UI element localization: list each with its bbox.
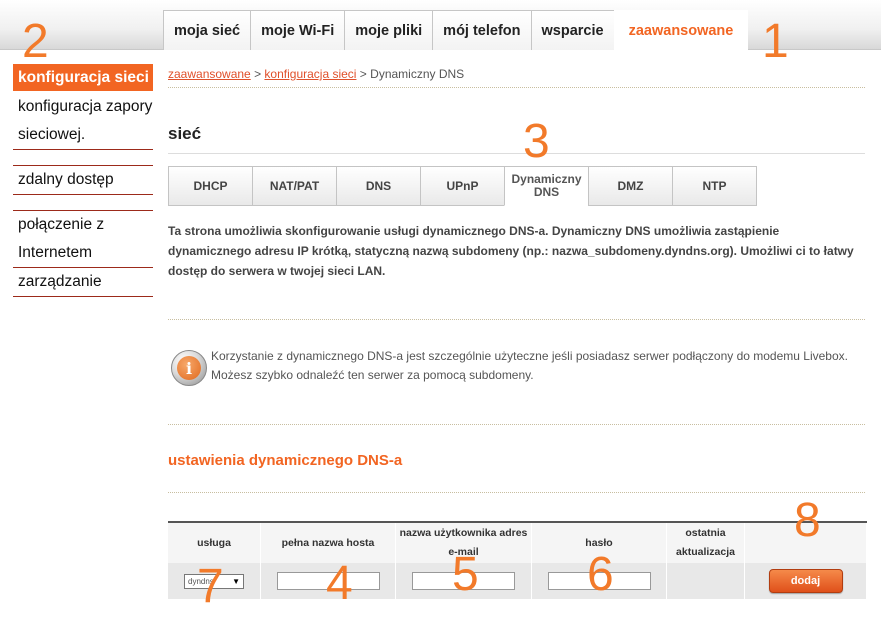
- add-button[interactable]: dodaj: [768, 569, 843, 593]
- tab-moje-pliki[interactable]: moje pliki: [344, 10, 434, 50]
- table-row: dyndns ▼ dodaj: [168, 563, 867, 599]
- dotted-divider: [168, 492, 865, 493]
- tab-moja-siec[interactable]: moja sieć: [163, 10, 252, 50]
- section-title: ustawienia dynamicznego DNS-a: [168, 452, 403, 469]
- annotation-number: 6: [587, 548, 614, 601]
- annotation-number: 8: [794, 494, 821, 547]
- subtab-dynamiczny-dns[interactable]: Dynamiczny DNS: [504, 166, 589, 206]
- breadcrumb-separator: >: [250, 67, 265, 81]
- breadcrumb-current: Dynamiczny DNS: [370, 67, 465, 81]
- tab-moj-telefon[interactable]: mój telefon: [432, 10, 532, 50]
- tab-wsparcie[interactable]: wsparcie: [530, 10, 615, 50]
- sub-tabs: DHCP NAT/PAT DNS UPnP Dynamiczny DNS DMZ…: [168, 166, 757, 206]
- sidebar-item-zdalny-dostep[interactable]: zdalny dostęp: [13, 166, 153, 195]
- breadcrumb-separator: >: [356, 67, 371, 81]
- annotation-number: 7: [197, 560, 224, 613]
- subtab-upnp[interactable]: UPnP: [420, 166, 505, 206]
- sidebar-item-konfiguracja-sieci[interactable]: konfiguracja sieci: [13, 64, 153, 93]
- breadcrumb-link-zaawansowane[interactable]: zaawansowane: [168, 67, 251, 81]
- page-description: Ta strona umożliwia skonfigurowanie usłu…: [168, 224, 854, 278]
- subtab-ntp[interactable]: NTP: [672, 166, 757, 206]
- breadcrumb: zaawansowane > konfiguracja sieci > Dyna…: [168, 67, 464, 81]
- subtab-dhcp[interactable]: DHCP: [168, 166, 253, 206]
- sidebar-divider: [13, 150, 153, 166]
- annotation-number: 2: [22, 15, 49, 68]
- chevron-down-icon: ▼: [232, 576, 240, 586]
- breadcrumb-link-konfiguracja-sieci[interactable]: konfiguracja sieci: [264, 67, 356, 81]
- annotation-number: 1: [762, 15, 789, 68]
- sidebar: konfiguracja sieci konfiguracja zapory s…: [13, 64, 153, 297]
- subtab-dns[interactable]: DNS: [336, 166, 421, 206]
- info-text: Korzystanie z dynamicznego DNS-a jest sz…: [211, 349, 848, 382]
- sidebar-item-zarzadzanie[interactable]: zarządzanie: [13, 268, 153, 297]
- subtab-nat-pat[interactable]: NAT/PAT: [252, 166, 337, 206]
- header-ostatnia-aktualizacja: ostatnia aktualizacja: [667, 523, 745, 563]
- sidebar-divider: [13, 195, 153, 211]
- annotation-number: 5: [452, 548, 479, 601]
- header-usluga: usługa: [168, 523, 261, 563]
- annotation-number: 3: [523, 115, 550, 168]
- title-divider: [168, 153, 865, 154]
- dotted-divider: [168, 87, 865, 88]
- page-title: sieć: [168, 124, 202, 143]
- table-header: usługa pełna nazwa hosta nazwa użytkowni…: [168, 521, 867, 563]
- top-navigation: moja sieć moje Wi-Fi moje pliki mój tele…: [163, 10, 749, 50]
- tab-moje-wifi[interactable]: moje Wi-Fi: [250, 10, 346, 50]
- subtab-dmz[interactable]: DMZ: [588, 166, 673, 206]
- info-icon: i: [171, 350, 207, 386]
- dns-settings-table: usługa pełna nazwa hosta nazwa użytkowni…: [168, 521, 867, 599]
- dotted-divider: [168, 424, 865, 425]
- last-update-cell: [667, 563, 745, 599]
- annotation-number: 4: [326, 557, 353, 610]
- sidebar-item-konfiguracja-zapory[interactable]: konfiguracja zapory sieciowej.: [13, 93, 153, 150]
- dotted-divider: [168, 319, 865, 320]
- tab-zaawansowane[interactable]: zaawansowane: [613, 10, 749, 50]
- sidebar-item-polaczenie-z-internetem[interactable]: połączenie z Internetem: [13, 211, 153, 268]
